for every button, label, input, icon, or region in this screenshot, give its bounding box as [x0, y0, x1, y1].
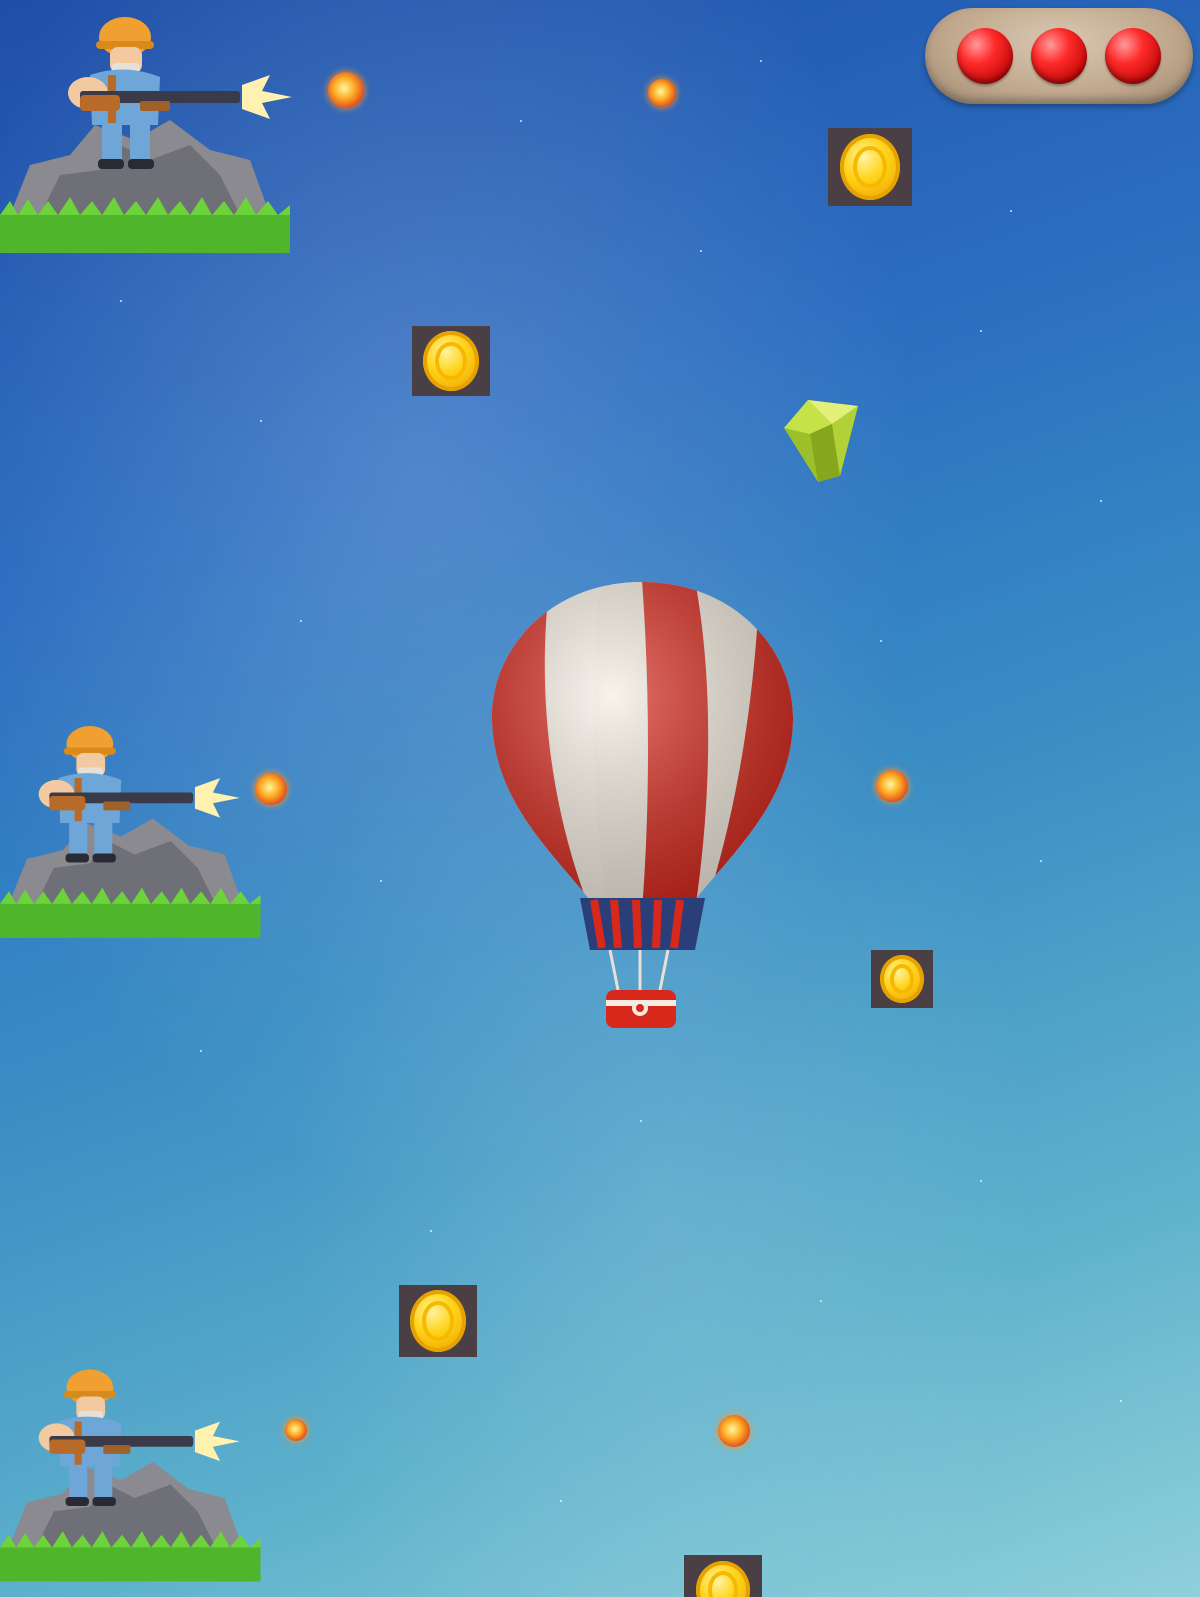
star-sparkle	[760, 60, 762, 62]
hot-air-balloon-player[interactable]	[490, 580, 795, 1040]
fireball-projectile	[285, 1419, 307, 1441]
fireball-projectile	[876, 770, 908, 802]
star-sparkle	[1040, 860, 1042, 862]
fireball-projectile	[328, 72, 364, 108]
star-sparkle	[300, 620, 302, 622]
life-gem-icon	[1105, 28, 1161, 84]
enemy-soldier	[0, 1345, 265, 1597]
star-sparkle	[430, 1230, 432, 1232]
coin-icon	[423, 331, 479, 391]
green-gem-pickup	[770, 394, 866, 484]
star-sparkle	[1120, 1400, 1122, 1402]
star-sparkle	[520, 120, 522, 122]
fireball-projectile	[718, 1415, 750, 1447]
star-sparkle	[700, 250, 702, 252]
coin-icon	[840, 134, 900, 200]
star-sparkle	[1100, 500, 1102, 502]
life-gem-icon	[1031, 28, 1087, 84]
star-sparkle	[980, 1180, 982, 1182]
star-sparkle	[1010, 210, 1012, 212]
coin-icon	[880, 955, 924, 1003]
coin-pickup	[399, 1285, 477, 1357]
coin-pickup	[684, 1555, 762, 1597]
star-sparkle	[560, 1500, 562, 1502]
star-sparkle	[120, 300, 122, 302]
coin-icon	[696, 1561, 750, 1597]
coin-pickup	[412, 326, 490, 396]
life-gem-icon	[957, 28, 1013, 84]
star-sparkle	[200, 1050, 202, 1052]
star-sparkle	[260, 420, 262, 422]
star-sparkle	[980, 330, 982, 332]
lives-panel	[925, 8, 1193, 104]
star-sparkle	[640, 1120, 642, 1122]
fireball-projectile	[648, 79, 676, 107]
enemy-soldier	[0, 700, 265, 955]
coin-pickup	[871, 950, 933, 1008]
star-sparkle	[820, 1300, 822, 1302]
star-sparkle	[380, 880, 382, 882]
coin-icon	[410, 1290, 466, 1352]
fireball-projectile	[255, 773, 287, 805]
coin-pickup	[828, 128, 912, 206]
enemy-soldier	[0, 5, 295, 255]
star-sparkle	[880, 640, 882, 642]
